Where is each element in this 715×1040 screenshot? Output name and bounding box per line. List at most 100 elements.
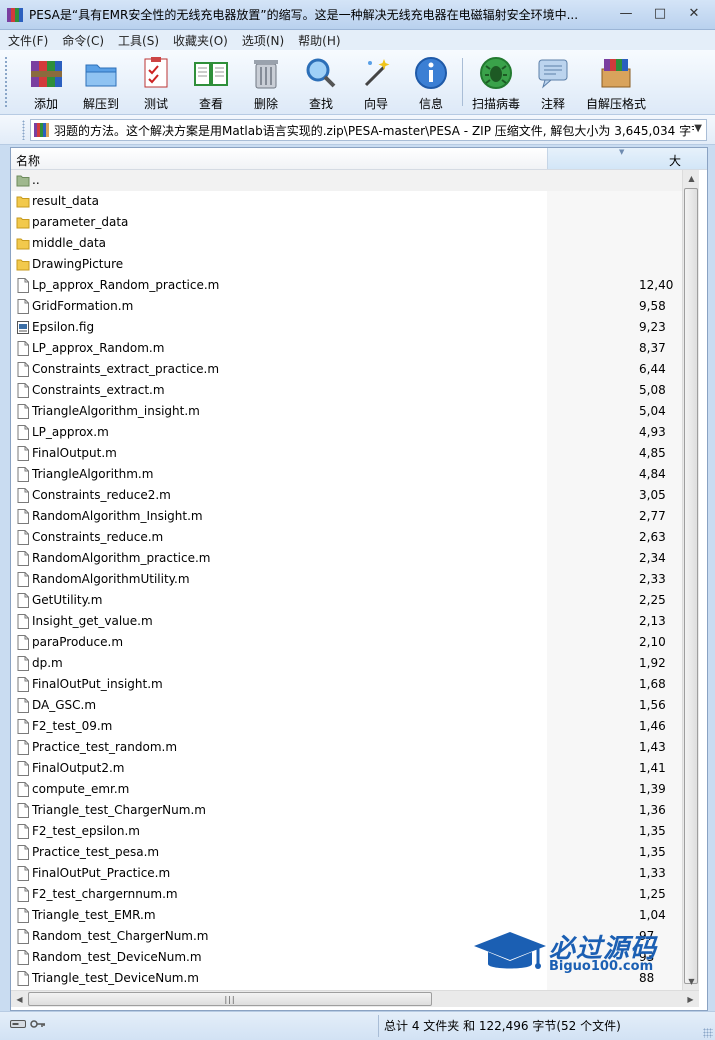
file-row[interactable]: LP_approx.m 4,93 xyxy=(11,422,682,443)
horizontal-scrollbar[interactable]: ◀ ||| ▶ xyxy=(11,990,699,1007)
menu-favorites[interactable]: 收藏夹(O) xyxy=(173,32,228,49)
menu-tools[interactable]: 工具(S) xyxy=(118,32,159,49)
file-name: GridFormation.m xyxy=(32,299,134,313)
file-row[interactable]: TriangleAlgorithm.m 4,84 xyxy=(11,464,682,485)
archive-path-field[interactable]: 羽题的方法。这个解决方案是用Matlab语言实现的.zip\PESA-maste… xyxy=(30,119,707,141)
toolbar: 添加 解压到 测试 查看 删除 查找 向导 信息 扫描病毒 注释 自解压格式 xyxy=(0,50,715,115)
file-row[interactable]: LP_approx_Random.m 8,37 xyxy=(11,338,682,359)
file-row[interactable]: Lp_approx_Random_practice.m 12,40 xyxy=(11,275,682,296)
document-file-icon xyxy=(17,740,29,755)
status-bar: 总计 4 文件夹 和 122,496 字节(52 个文件) xyxy=(0,1011,715,1040)
folder-row[interactable]: parameter_data xyxy=(11,212,682,233)
drive-icon[interactable] xyxy=(10,1019,26,1029)
file-size: 3,05 xyxy=(639,488,666,502)
close-button[interactable]: ✕ xyxy=(681,4,707,23)
maximize-button[interactable]: □ xyxy=(647,4,673,23)
parent-folder-row[interactable]: .. xyxy=(11,170,682,191)
comment-button[interactable]: 注释 xyxy=(523,54,583,112)
wizard-button[interactable]: 向导 xyxy=(346,54,406,112)
file-row[interactable]: RandomAlgorithmUtility.m 2,33 xyxy=(11,569,682,590)
test-button[interactable]: 测试 xyxy=(126,54,186,112)
key-icon[interactable] xyxy=(30,1019,46,1029)
file-row[interactable]: Triangle_test_DeviceNum.m 88 xyxy=(11,968,682,989)
file-row[interactable]: Constraints_reduce.m 2,63 xyxy=(11,527,682,548)
file-row[interactable]: Practice_test_random.m 1,43 xyxy=(11,737,682,758)
column-name-header[interactable]: 名称 xyxy=(16,152,40,169)
checklist-icon xyxy=(137,54,175,92)
file-name: DrawingPicture xyxy=(32,257,124,271)
file-row[interactable]: F2_test_epsilon.m 1,35 xyxy=(11,821,682,842)
delete-button[interactable]: 删除 xyxy=(236,54,296,112)
menu-help[interactable]: 帮助(H) xyxy=(298,32,340,49)
scroll-down-arrow-icon[interactable]: ▼ xyxy=(683,973,700,990)
toolbar-grip[interactable] xyxy=(4,56,8,108)
file-name: F2_test_epsilon.m xyxy=(32,824,140,838)
window-title: PESA是“具有EMR安全性的无线充电器放置”的缩写。这是一种解决无线充电器在电… xyxy=(29,8,579,22)
file-row[interactable]: FinalOutPut_insight.m 1,68 xyxy=(11,674,682,695)
sfx-button[interactable]: 自解压格式 xyxy=(586,54,646,112)
file-row[interactable]: Triangle_test_EMR.m 1,04 xyxy=(11,905,682,926)
menu-commands[interactable]: 命令(C) xyxy=(62,32,104,49)
trash-icon xyxy=(247,54,285,92)
document-file-icon xyxy=(17,782,29,797)
magnifier-icon xyxy=(302,54,340,92)
file-row[interactable]: Epsilon.fig 9,23 xyxy=(11,317,682,338)
virus-scan-button[interactable]: 扫描病毒 xyxy=(466,54,526,112)
minimize-button[interactable]: — xyxy=(613,4,639,23)
view-button[interactable]: 查看 xyxy=(181,54,241,112)
folder-row[interactable]: middle_data xyxy=(11,233,682,254)
file-row[interactable]: GetUtility.m 2,25 xyxy=(11,590,682,611)
file-row[interactable]: GridFormation.m 9,58 xyxy=(11,296,682,317)
file-name: compute_emr.m xyxy=(32,782,130,796)
vertical-scroll-thumb[interactable] xyxy=(684,188,698,984)
file-row[interactable]: FinalOutPut_Practice.m 1,33 xyxy=(11,863,682,884)
menu-file[interactable]: 文件(F) xyxy=(8,32,48,49)
file-size: 4,84 xyxy=(639,467,666,481)
extract-to-button[interactable]: 解压到 xyxy=(71,54,131,112)
file-row[interactable]: Constraints_extract_practice.m 6,44 xyxy=(11,359,682,380)
file-row[interactable]: paraProduce.m 2,10 xyxy=(11,632,682,653)
file-row[interactable]: Triangle_test_ChargerNum.m 1,36 xyxy=(11,800,682,821)
file-row[interactable]: RandomAlgorithm_practice.m 2,34 xyxy=(11,548,682,569)
file-row[interactable]: Random_test_ChargerNum.m 97 xyxy=(11,926,682,947)
file-size: 1,39 xyxy=(639,782,666,796)
file-row[interactable]: F2_test_09.m 1,46 xyxy=(11,716,682,737)
file-name: LP_approx.m xyxy=(32,425,109,439)
file-row[interactable]: Constraints_reduce2.m 3,05 xyxy=(11,485,682,506)
file-name: Random_test_DeviceNum.m xyxy=(32,950,202,964)
parent-folder-icon xyxy=(16,175,30,187)
file-name: Triangle_test_DeviceNum.m xyxy=(32,971,199,985)
column-size-header[interactable] xyxy=(547,148,707,169)
file-name: paraProduce.m xyxy=(32,635,124,649)
document-file-icon xyxy=(17,593,29,608)
resize-grip[interactable] xyxy=(703,1028,713,1038)
file-row[interactable]: Random_test_DeviceNum.m 93 xyxy=(11,947,682,968)
file-row[interactable]: FinalOutput2.m 1,41 xyxy=(11,758,682,779)
file-row[interactable]: DA_GSC.m 1,56 xyxy=(11,695,682,716)
file-name: .. xyxy=(32,173,40,187)
find-button[interactable]: 查找 xyxy=(291,54,351,112)
file-size: 1,56 xyxy=(639,698,666,712)
file-row[interactable]: dp.m 1,92 xyxy=(11,653,682,674)
file-row[interactable]: TriangleAlgorithm_insight.m 5,04 xyxy=(11,401,682,422)
folder-row[interactable]: result_data xyxy=(11,191,682,212)
add-button[interactable]: 添加 xyxy=(16,54,76,112)
menu-options[interactable]: 选项(N) xyxy=(242,32,284,49)
file-row[interactable]: Practice_test_pesa.m 1,35 xyxy=(11,842,682,863)
scroll-right-arrow-icon[interactable]: ▶ xyxy=(682,991,699,1008)
horizontal-scroll-thumb[interactable]: ||| xyxy=(28,992,432,1006)
folder-row[interactable]: DrawingPicture xyxy=(11,254,682,275)
file-row[interactable]: F2_test_chargernnum.m 1,25 xyxy=(11,884,682,905)
scroll-left-arrow-icon[interactable]: ◀ xyxy=(11,991,28,1008)
file-row[interactable]: Insight_get_value.m 2,13 xyxy=(11,611,682,632)
scroll-up-arrow-icon[interactable]: ▲ xyxy=(683,170,700,187)
info-button[interactable]: 信息 xyxy=(401,54,461,112)
vertical-scrollbar[interactable]: ▲ ▼ xyxy=(682,170,699,990)
file-row[interactable]: RandomAlgorithm_Insight.m 2,77 xyxy=(11,506,682,527)
chevron-down-icon[interactable]: ▼ xyxy=(694,123,702,134)
file-row[interactable]: compute_emr.m 1,39 xyxy=(11,779,682,800)
file-row[interactable]: Constraints_extract.m 5,08 xyxy=(11,380,682,401)
file-name: parameter_data xyxy=(32,215,129,229)
file-size: 1,41 xyxy=(639,761,666,775)
file-row[interactable]: FinalOutput.m 4,85 xyxy=(11,443,682,464)
